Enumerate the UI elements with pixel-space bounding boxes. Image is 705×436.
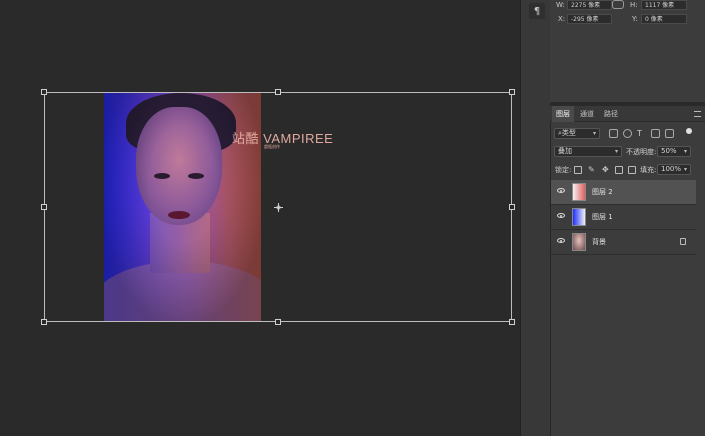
transform-handle-top-left[interactable] bbox=[41, 89, 47, 95]
paragraph-icon[interactable]: ¶ bbox=[529, 3, 545, 19]
opacity-label: 不透明度: bbox=[626, 148, 657, 156]
layers-panel-tabs: 图层 通道 路径 bbox=[550, 106, 705, 122]
lock-all-icon[interactable] bbox=[628, 166, 636, 174]
layer-name[interactable]: 图层 1 bbox=[592, 212, 613, 222]
chevron-down-icon: ▾ bbox=[614, 148, 618, 155]
layer-name[interactable]: 背景 bbox=[592, 237, 606, 247]
y-field[interactable]: 0 像素 bbox=[641, 14, 687, 24]
reference-point-icon[interactable] bbox=[274, 203, 283, 212]
transform-handle-bottom-center[interactable] bbox=[275, 319, 281, 325]
fill-value: 100% bbox=[661, 165, 682, 173]
properties-panel: W: 2275 像素 H: 1117 像素 X: -295 像素 Y: 0 像素 bbox=[550, 0, 705, 102]
layer-name[interactable]: 图层 2 bbox=[592, 187, 613, 197]
lock-transparent-icon[interactable] bbox=[574, 166, 582, 174]
tab-paths[interactable]: 路径 bbox=[600, 106, 622, 122]
tab-layers[interactable]: 图层 bbox=[552, 106, 574, 122]
filter-type-icon[interactable]: T bbox=[637, 129, 646, 138]
chevron-down-icon: ▾ bbox=[683, 148, 687, 155]
y-label: Y: bbox=[632, 15, 638, 23]
visibility-eye-icon[interactable] bbox=[557, 213, 565, 218]
chevron-down-icon: ▾ bbox=[683, 166, 687, 173]
fill-label: 填充: bbox=[640, 166, 657, 174]
tab-channels[interactable]: 通道 bbox=[576, 106, 598, 122]
layer-thumbnail bbox=[572, 233, 586, 251]
visibility-eye-icon[interactable] bbox=[557, 238, 565, 243]
w-label: W: bbox=[556, 1, 565, 9]
chevron-down-icon: ▾ bbox=[592, 130, 596, 137]
filter-toggle-icon[interactable] bbox=[686, 128, 692, 134]
transform-handle-middle-right[interactable] bbox=[509, 204, 515, 210]
layer-row-layer-2[interactable]: 图层 2 bbox=[551, 180, 696, 205]
opacity-value: 50% bbox=[661, 147, 677, 155]
fill-field[interactable]: 100% ▾ bbox=[657, 164, 691, 175]
filter-kind-label: 类型 bbox=[561, 129, 576, 137]
transform-handle-bottom-left[interactable] bbox=[41, 319, 47, 325]
link-dimensions-icon[interactable] bbox=[612, 0, 624, 9]
lock-paint-icon[interactable]: ✎ bbox=[588, 166, 596, 174]
transform-handle-top-right[interactable] bbox=[509, 89, 515, 95]
x-label: X: bbox=[558, 15, 566, 23]
filter-adjustment-icon[interactable] bbox=[623, 129, 632, 138]
opacity-field[interactable]: 50% ▾ bbox=[657, 146, 691, 157]
transform-handle-bottom-right[interactable] bbox=[509, 319, 515, 325]
layer-row-layer-1[interactable]: 图层 1 bbox=[551, 205, 696, 230]
filter-smart-object-icon[interactable] bbox=[665, 129, 674, 138]
layer-filter-select[interactable]: ⌕类型 ▾ bbox=[554, 128, 600, 139]
document-canvas[interactable]: 站酷 VAMPIREE 超瓶创作 bbox=[0, 0, 520, 436]
blend-mode-select[interactable]: 叠加 ▾ bbox=[554, 146, 622, 157]
width-field[interactable]: 2275 像素 bbox=[567, 0, 612, 10]
x-field[interactable]: -295 像素 bbox=[567, 14, 612, 24]
layer-thumbnail bbox=[572, 183, 586, 201]
layer-thumbnail bbox=[572, 208, 586, 226]
panel-icon-strip: ¶ bbox=[520, 0, 550, 436]
blend-mode-value: 叠加 bbox=[558, 147, 572, 155]
layer-row-background[interactable]: 背景 bbox=[551, 230, 696, 255]
filter-pixel-icon[interactable] bbox=[609, 129, 618, 138]
height-field[interactable]: 1117 像素 bbox=[641, 0, 687, 10]
lock-artboard-icon[interactable] bbox=[615, 166, 623, 174]
lock-position-icon[interactable]: ✥ bbox=[602, 166, 610, 174]
transform-handle-top-center[interactable] bbox=[275, 89, 281, 95]
transform-handle-middle-left[interactable] bbox=[41, 204, 47, 210]
panel-menu-icon[interactable] bbox=[694, 111, 701, 117]
lock-label: 锁定: bbox=[555, 166, 572, 174]
h-label: H: bbox=[630, 1, 638, 9]
filter-shape-icon[interactable] bbox=[651, 129, 660, 138]
visibility-eye-icon[interactable] bbox=[557, 188, 565, 193]
lock-icon bbox=[680, 238, 686, 245]
